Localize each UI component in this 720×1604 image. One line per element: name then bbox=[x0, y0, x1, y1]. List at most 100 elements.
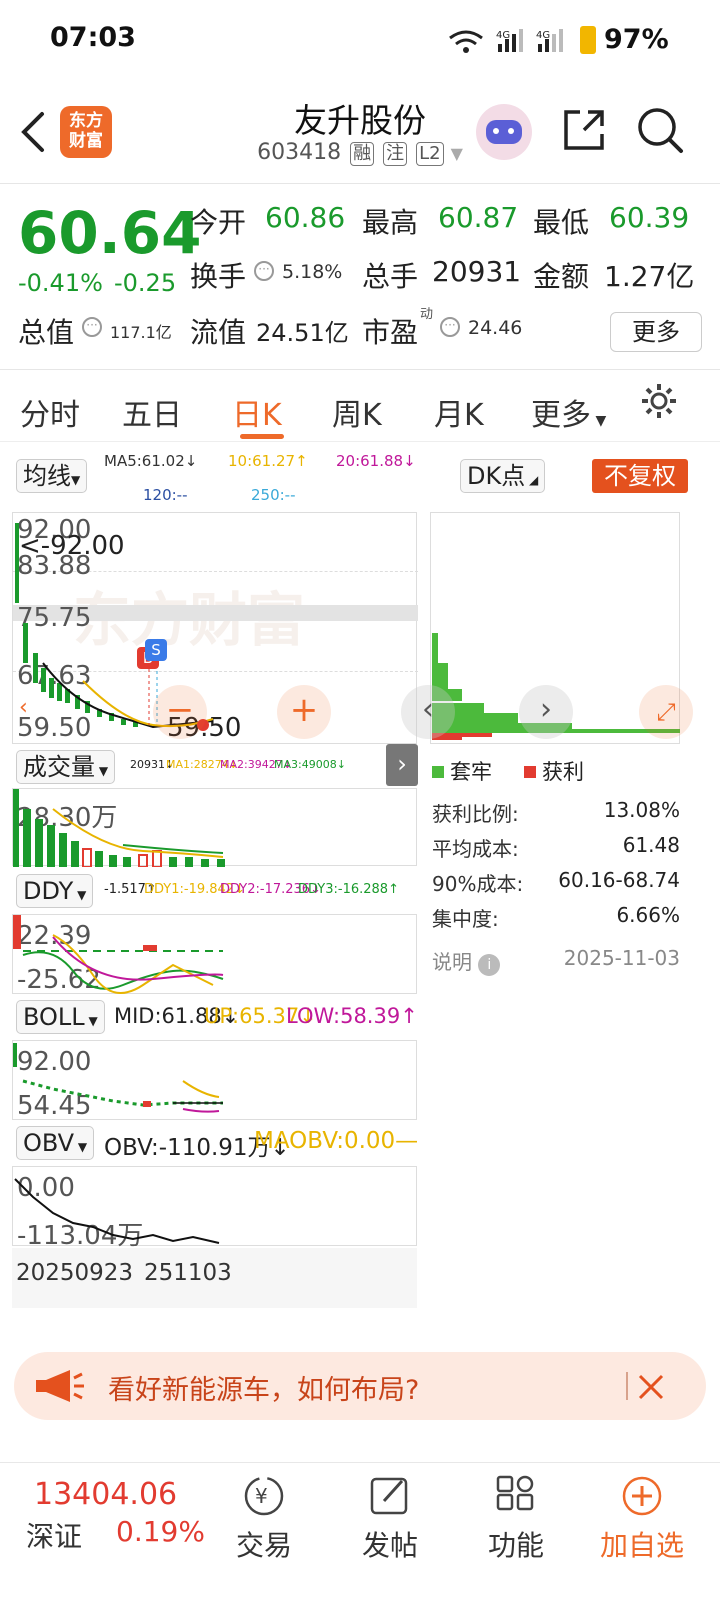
chip-distribution-chart[interactable]: ‹ › ⤢ bbox=[401, 512, 693, 744]
amount-value: 1.27亿 bbox=[604, 260, 695, 293]
megaphone-icon bbox=[36, 1370, 84, 1402]
function-button[interactable]: 功能 bbox=[456, 1475, 576, 1564]
last-price: 60.64 bbox=[18, 199, 202, 267]
sell-badge[interactable]: S bbox=[145, 639, 167, 661]
stock-code-row[interactable]: 603418 融 注 L2 ▼ bbox=[0, 140, 720, 166]
period-tabs: 分时 五日 日K 周K 月K 更多 ▼ bbox=[0, 372, 720, 442]
trapped-legend: 套牢 bbox=[450, 760, 492, 784]
boll-chart[interactable]: 92.00 54.45 bbox=[12, 1040, 417, 1121]
zoom-out-icon[interactable]: − bbox=[153, 685, 207, 739]
post-label: 发帖 bbox=[361, 1529, 418, 1562]
chevron-down-icon: ▼ bbox=[84, 1014, 98, 1028]
boll-select[interactable]: BOLL ▼ bbox=[16, 1000, 105, 1034]
ma20-value: 20:61.88↓ bbox=[336, 452, 416, 470]
volume-chart[interactable]: 28.30万 bbox=[12, 788, 417, 867]
trade-label: 交易 bbox=[235, 1529, 292, 1562]
ma5-value: MA5:61.02↓ bbox=[104, 452, 198, 470]
search-icon[interactable] bbox=[636, 106, 684, 154]
chip-row-value: 6.66% bbox=[616, 903, 680, 927]
indicator-select[interactable]: 均线▼ bbox=[16, 459, 88, 493]
chip-row-label: 平均成本: bbox=[432, 837, 519, 861]
volume-label: 总手 bbox=[362, 260, 419, 293]
turnover-label: 换手 bbox=[190, 260, 247, 293]
tab-5day[interactable]: 五日 bbox=[122, 390, 182, 434]
chip-row-value: 61.48 bbox=[622, 833, 680, 857]
date-start: 20250923 bbox=[16, 1260, 134, 1286]
pe-sup: 动 bbox=[420, 307, 434, 322]
date-axis: 20250923 251103 bbox=[12, 1248, 417, 1308]
kline-chart[interactable]: 东方财富 92.00 83.88 75.75 67.63 59.50 <-92.… bbox=[12, 512, 418, 744]
high-value: 60.87 bbox=[438, 201, 519, 234]
no-adjust-button[interactable]: 不复权 bbox=[592, 459, 688, 493]
change-amount: -0.25 bbox=[114, 269, 177, 297]
trapped-legend-swatch bbox=[432, 766, 444, 778]
info-dots-icon[interactable]: ··· bbox=[254, 261, 274, 281]
index-name[interactable]: 深证 bbox=[26, 1515, 82, 1555]
index-value[interactable]: 13404.06 bbox=[34, 1477, 177, 1512]
tab-more[interactable]: 更多 ▼ bbox=[531, 390, 606, 434]
tab-daily-k[interactable]: 日K bbox=[232, 390, 282, 434]
trade-button[interactable]: ¥ 交易 bbox=[204, 1475, 324, 1564]
stock-header: 东方 财富 友升股份 603418 融 注 L2 ▼ bbox=[0, 80, 720, 184]
tab-weekly-k[interactable]: 周K bbox=[332, 390, 382, 434]
profit-legend: 获利 bbox=[542, 760, 584, 784]
boll-low: LOW:58.39↑ bbox=[286, 1004, 418, 1028]
zoom-in-icon[interactable]: + bbox=[277, 685, 331, 739]
open-label: 今开 bbox=[190, 206, 247, 239]
info-dots-icon[interactable]: ··· bbox=[82, 317, 102, 337]
pe-value: 24.46 bbox=[468, 317, 523, 339]
index-change[interactable]: 0.19% bbox=[116, 1515, 205, 1548]
yen-cycle-icon: ¥ bbox=[244, 1476, 284, 1516]
robot-assistant-icon[interactable] bbox=[476, 104, 532, 160]
scroll-left-icon[interactable]: ‹ bbox=[19, 695, 28, 720]
chevron-right-icon[interactable]: › bbox=[519, 685, 573, 739]
ddy-chart[interactable]: 22.39 -25.62 bbox=[12, 914, 417, 995]
battery-icon bbox=[580, 26, 596, 54]
low-value: 60.39 bbox=[609, 201, 690, 234]
chip-date: 2025-11-03 bbox=[563, 946, 680, 970]
tab-monthly-k[interactable]: 月K bbox=[434, 390, 484, 434]
promo-banner[interactable]: 看好新能源车，如何布局? bbox=[14, 1352, 706, 1420]
chevron-down-icon: ▼ bbox=[95, 764, 109, 778]
share-icon[interactable] bbox=[562, 108, 606, 152]
ddy-select[interactable]: DDY ▼ bbox=[16, 874, 94, 908]
chevron-right-icon[interactable]: › bbox=[386, 744, 418, 786]
plus-circle-icon bbox=[622, 1476, 662, 1516]
status-time: 07:03 bbox=[50, 22, 136, 53]
profit-legend-swatch bbox=[524, 766, 536, 778]
chevron-down-icon: ▼ bbox=[73, 888, 87, 902]
ma250-value: 250:-- bbox=[251, 486, 296, 504]
ma10-value: 10:61.27↑ bbox=[228, 452, 308, 470]
volume-select[interactable]: 成交量 ▼ bbox=[16, 750, 116, 784]
change-percent: -0.41% bbox=[18, 269, 103, 297]
tag-l2: L2 bbox=[416, 142, 444, 166]
boll-lines-svg bbox=[13, 1043, 223, 1113]
post-button[interactable]: 发帖 bbox=[330, 1475, 450, 1564]
obv-chart[interactable]: 0.00 -113.04万 bbox=[12, 1166, 417, 1251]
chip-row-label: 获利比例: bbox=[432, 802, 519, 826]
gear-icon[interactable] bbox=[640, 382, 678, 420]
chevron-left-icon[interactable]: ‹ bbox=[401, 685, 455, 739]
float-value: 24.51亿 bbox=[256, 319, 349, 347]
add-watchlist-button[interactable]: 加自选 bbox=[582, 1475, 702, 1564]
stock-name: 友升股份 bbox=[294, 101, 426, 140]
obv-select[interactable]: OBV ▼ bbox=[16, 1126, 95, 1160]
float-label: 流值 bbox=[190, 316, 247, 349]
more-quote-button[interactable]: 更多 bbox=[610, 312, 702, 352]
add-watchlist-label: 加自选 bbox=[599, 1529, 684, 1562]
pe-label: 市盈 bbox=[362, 316, 419, 349]
signal-icons: 4G 4G bbox=[449, 29, 563, 53]
close-icon[interactable] bbox=[636, 1372, 666, 1402]
dk-point-select[interactable]: DK点 ◢ bbox=[460, 459, 546, 493]
chip-note[interactable]: 说明 i bbox=[432, 946, 501, 976]
open-value: 60.86 bbox=[265, 201, 346, 234]
chevron-down-icon: ▼ bbox=[450, 144, 463, 163]
info-dots-icon[interactable]: ··· bbox=[440, 317, 460, 337]
tab-intraday[interactable]: 分时 bbox=[20, 390, 80, 434]
tag-registered: 注 bbox=[383, 142, 408, 166]
quote-panel: 60.64 -0.41% -0.25 今开 60.86 最高 60.87 最低 … bbox=[0, 185, 720, 370]
mktcap-label: 总值 bbox=[18, 316, 75, 349]
amount-label: 金额 bbox=[533, 260, 590, 293]
expand-icon[interactable]: ⤢ bbox=[639, 685, 693, 739]
info-icon: i bbox=[478, 954, 501, 976]
